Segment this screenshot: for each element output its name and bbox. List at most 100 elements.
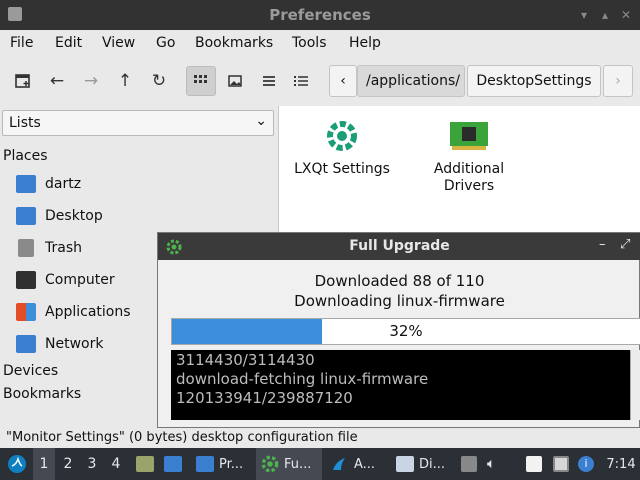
sidebar-item-computer[interactable]: Computer xyxy=(16,266,156,294)
up-arrow-icon[interactable]: ↑ xyxy=(110,66,140,96)
icon-view-icon[interactable] xyxy=(186,66,216,96)
terminal-scrollbar[interactable] xyxy=(630,350,640,420)
clock[interactable]: 7:14 xyxy=(603,448,639,480)
task-label: Di... xyxy=(419,456,446,472)
back-arrow-icon[interactable]: ← xyxy=(42,66,72,96)
toolbar: ← → ↑ ↻ ‹ /applications/ DesktopSettings… xyxy=(0,58,640,104)
side-pane-mode-label: Lists xyxy=(9,115,41,131)
clipboard-icon[interactable] xyxy=(526,456,542,472)
window-titlebar[interactable]: Preferences ▾ ▴ ✕ xyxy=(0,0,640,30)
path-segment-applications[interactable]: /applications/ xyxy=(357,65,465,97)
full-upgrade-dialog: Full Upgrade – ⤢ Downloaded 88 of 110 Do… xyxy=(157,232,640,428)
window-title: Preferences xyxy=(269,6,371,24)
task-label: A... xyxy=(354,456,376,472)
progress-percent: 32% xyxy=(389,322,423,340)
bookmarks-heading[interactable]: Bookmarks xyxy=(3,386,81,402)
workspace-1-button[interactable]: 1 xyxy=(33,448,55,480)
dialog-title: Full Upgrade xyxy=(349,238,450,254)
file-item-label: LXQt Settings xyxy=(294,161,390,177)
detailed-list-view-icon[interactable] xyxy=(286,66,316,96)
close-button[interactable]: ✕ xyxy=(619,8,633,22)
sidebar-item-applications[interactable]: Applications xyxy=(16,298,156,326)
show-desktop-button[interactable] xyxy=(134,448,156,480)
terminal-output[interactable]: 3114430/3114430 download-fetching linux-… xyxy=(171,350,640,420)
download-current-text: Downloading linux-firmware xyxy=(294,292,505,310)
status-bar: "Monitor Settings" (0 bytes) desktop con… xyxy=(0,428,640,448)
file-item-label: Additional Drivers xyxy=(433,161,505,194)
sidebar-item-network[interactable]: Network xyxy=(16,330,156,358)
forward-arrow-icon[interactable]: → xyxy=(76,66,106,96)
lubuntu-logo-icon xyxy=(8,455,26,473)
trash-icon xyxy=(18,239,34,257)
installer-bird-icon xyxy=(333,458,345,470)
status-text: "Monitor Settings" (0 bytes) desktop con… xyxy=(6,430,358,445)
gear-icon xyxy=(261,455,279,473)
sidebar-item-label: dartz xyxy=(45,176,82,192)
dialog-titlebar[interactable]: Full Upgrade – ⤢ xyxy=(158,233,640,260)
devices-heading[interactable]: Devices xyxy=(3,363,58,379)
places-heading[interactable]: Places xyxy=(3,148,48,164)
sidebar-item-desktop[interactable]: Desktop xyxy=(16,202,156,230)
computer-icon xyxy=(16,271,36,289)
task-preferences[interactable]: Pr... xyxy=(192,448,252,480)
tray-app-icon[interactable] xyxy=(461,456,477,472)
menu-bookmarks[interactable]: Bookmarks xyxy=(195,35,273,51)
home-folder-icon xyxy=(16,175,36,193)
download-count-text: Downloaded 88 of 110 xyxy=(314,272,485,290)
desktop-icon xyxy=(136,456,154,472)
menu-go[interactable]: Go xyxy=(156,35,175,51)
taskbar: 1 2 3 4 Pr... Fu... A... Di... 🔈︎ i 7:14 xyxy=(0,448,640,480)
menu-view[interactable]: View xyxy=(102,35,135,51)
folder-icon xyxy=(196,456,214,472)
workspace-2-button[interactable]: 2 xyxy=(57,448,79,480)
network-monitor-icon[interactable] xyxy=(553,456,569,472)
thumbnail-view-icon[interactable] xyxy=(220,66,250,96)
sidebar-item-label: Computer xyxy=(45,272,115,288)
maximize-button[interactable]: ⤢ xyxy=(620,237,630,252)
sidebar-item-label: Network xyxy=(45,336,104,352)
sidebar-item-label: Applications xyxy=(45,304,131,320)
hardware-card-icon xyxy=(450,122,488,150)
task-full-upgrade[interactable]: Fu... xyxy=(256,448,322,480)
workspace-4-button[interactable]: 4 xyxy=(105,448,127,480)
task-installer[interactable]: A... xyxy=(326,448,386,480)
side-pane-mode-select[interactable]: Lists ⌄ xyxy=(2,110,274,136)
applications-icon xyxy=(16,303,36,321)
menu-bar: File Edit View Go Bookmarks Tools Help xyxy=(0,30,640,56)
terminal-line: download-fetching linux-firmware xyxy=(176,370,429,388)
terminal-line: 3114430/3114430 xyxy=(176,351,315,369)
start-menu-button[interactable] xyxy=(4,448,30,480)
desktop-folder-icon xyxy=(16,207,36,225)
path-scroll-left-button[interactable]: ‹ xyxy=(329,65,357,97)
sidebar-item-dartz[interactable]: dartz xyxy=(16,170,156,198)
menu-file[interactable]: File xyxy=(10,35,33,51)
minimize-button[interactable]: – xyxy=(599,237,606,252)
file-manager-launcher[interactable] xyxy=(161,448,185,480)
volume-icon[interactable]: 🔈︎ xyxy=(487,456,503,472)
file-item-additional-drivers[interactable]: Additional Drivers xyxy=(409,116,529,195)
menu-help[interactable]: Help xyxy=(349,35,381,51)
reload-icon[interactable]: ↻ xyxy=(144,66,174,96)
sidebar-item-label: Desktop xyxy=(45,208,103,224)
workspace-3-button[interactable]: 3 xyxy=(81,448,103,480)
task-label: Fu... xyxy=(284,456,312,472)
task-discover[interactable]: Di... xyxy=(392,448,454,480)
network-icon xyxy=(16,335,36,353)
chevron-down-icon: ⌄ xyxy=(255,113,267,129)
update-notifier-icon[interactable]: i xyxy=(578,456,594,472)
compact-view-icon[interactable] xyxy=(254,66,284,96)
file-item-lxqt-settings[interactable]: LXQt Settings xyxy=(282,116,402,178)
menu-edit[interactable]: Edit xyxy=(55,35,82,51)
new-window-icon[interactable] xyxy=(8,66,38,96)
maximize-button[interactable]: ▴ xyxy=(598,8,612,22)
window-icon xyxy=(396,456,414,472)
progress-bar: 32% xyxy=(171,318,640,345)
sidebar-item-trash[interactable]: Trash xyxy=(16,234,156,262)
terminal-line: 120133941/239887120 xyxy=(176,389,353,407)
task-label: Pr... xyxy=(219,456,244,472)
lxqt-settings-icon xyxy=(327,121,357,151)
minimize-button[interactable]: ▾ xyxy=(577,8,591,22)
path-scroll-right-button[interactable]: › xyxy=(603,65,633,97)
path-segment-desktopsettings[interactable]: DesktopSettings xyxy=(467,65,601,97)
menu-tools[interactable]: Tools xyxy=(292,35,327,51)
